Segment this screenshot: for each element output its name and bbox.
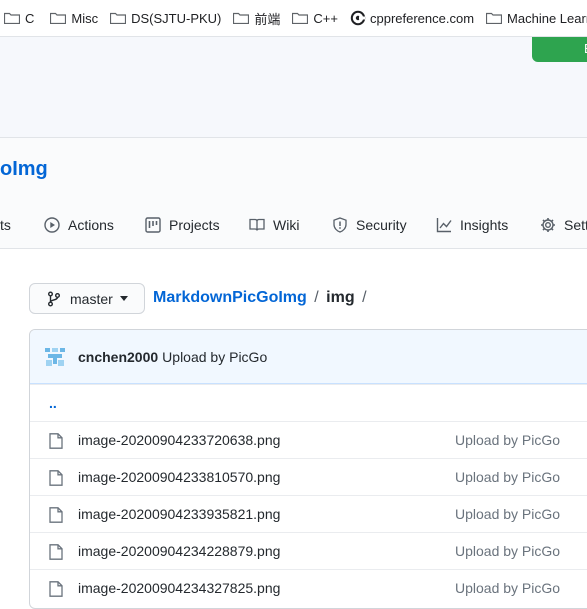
bookmarks-bar: C Misc DS(SJTU-PKU) 前端 C++ cppreference.… xyxy=(0,0,587,37)
bookmark-label: C xyxy=(25,10,35,26)
file-icon xyxy=(49,433,63,449)
bookmark-frontend[interactable]: 前端 xyxy=(233,0,281,36)
shield-icon xyxy=(333,217,347,233)
project-icon xyxy=(145,217,161,233)
table-row: image-20200904233720638.png Upload by Pi… xyxy=(30,421,587,458)
repo-name-link[interactable]: oImg xyxy=(0,158,48,181)
tab-pull-requests[interactable]: ts xyxy=(0,205,11,245)
breadcrumb-repo-link[interactable]: MarkdownPicGoImg xyxy=(153,289,307,306)
bookmark-label: cppreference.com xyxy=(369,10,475,26)
table-row: image-20200904233935821.png Upload by Pi… xyxy=(30,495,587,532)
file-name-link[interactable]: image-20200904234327825.png xyxy=(78,580,280,596)
latest-commit-bar: cnchen2000 Upload by PicGo xyxy=(30,330,587,384)
folder-icon xyxy=(486,12,503,24)
folder-icon xyxy=(110,12,127,24)
chevron-down-icon xyxy=(119,296,128,301)
bookmark-ds[interactable]: DS(SJTU-PKU) xyxy=(110,0,222,36)
table-row: image-20200904234228879.png Upload by Pi… xyxy=(30,532,587,569)
bookmark-cpp[interactable]: C++ xyxy=(292,0,338,36)
avatar[interactable] xyxy=(44,346,66,368)
tab-wiki[interactable]: Wiki xyxy=(249,205,299,245)
breadcrumb-separator: / xyxy=(314,289,319,306)
file-icon xyxy=(49,470,63,486)
file-commit-message-link[interactable]: Upload by PicGo xyxy=(455,469,560,485)
file-name-link[interactable]: image-20200904233720638.png xyxy=(78,432,280,448)
table-row: image-20200904233810570.png Upload by Pi… xyxy=(30,458,587,495)
file-commit-message-link[interactable]: Upload by PicGo xyxy=(455,506,560,522)
tab-label: Security xyxy=(356,217,407,233)
folder-icon xyxy=(233,12,250,24)
file-icon xyxy=(49,544,63,560)
bookmark-label: Misc xyxy=(71,10,99,26)
graph-icon xyxy=(436,218,452,233)
breadcrumb: MarkdownPicGoImg / img / xyxy=(153,289,370,307)
tab-label: Wiki xyxy=(273,217,300,233)
bookmark-label: 前端 xyxy=(254,11,281,27)
parent-directory-link[interactable]: .. xyxy=(49,395,57,411)
tab-label: Setti xyxy=(564,217,587,233)
tab-label: Insights xyxy=(460,217,509,233)
gear-icon xyxy=(541,218,555,232)
commit-message-link[interactable]: Upload by PicGo xyxy=(162,349,267,365)
bookmark-ml[interactable]: Machine Learning xyxy=(486,0,587,36)
play-icon xyxy=(44,217,60,233)
tab-insights[interactable]: Insights xyxy=(436,205,508,245)
branch-icon xyxy=(48,291,60,306)
branch-selector[interactable]: master xyxy=(29,283,145,314)
commit-author-link[interactable]: cnchen2000 xyxy=(78,349,158,365)
tab-settings[interactable]: Setti xyxy=(540,205,587,245)
tab-label: ts xyxy=(0,217,11,233)
breadcrumb-separator: / xyxy=(362,289,367,306)
header-band xyxy=(0,37,587,137)
bookmark-label: DS(SJTU-PKU) xyxy=(131,10,222,26)
tab-label: Actions xyxy=(68,217,114,233)
bookmark-cppreference[interactable]: cppreference.com xyxy=(350,0,475,36)
book-icon xyxy=(249,218,265,231)
file-icon xyxy=(49,581,63,597)
table-row: image-20200904234327825.png Upload by Pi… xyxy=(30,569,587,606)
tab-actions[interactable]: Actions xyxy=(44,205,114,245)
file-name-link[interactable]: image-20200904233935821.png xyxy=(78,506,280,522)
file-name-link[interactable]: image-20200904234228879.png xyxy=(78,543,280,559)
folder-icon xyxy=(50,12,67,24)
bookmark-c[interactable]: C xyxy=(4,0,35,36)
file-commit-message-link[interactable]: Upload by PicGo xyxy=(455,543,560,559)
green-header-button[interactable]: E xyxy=(532,37,587,62)
file-name-link[interactable]: image-20200904233810570.png xyxy=(78,469,280,485)
breadcrumb-current-dir: img xyxy=(326,289,355,306)
tab-label: Projects xyxy=(169,217,220,233)
branch-label: master xyxy=(70,290,113,307)
file-commit-message-link[interactable]: Upload by PicGo xyxy=(455,432,560,448)
tab-security[interactable]: Security xyxy=(332,205,407,245)
bookmark-label: Machine Learning xyxy=(507,10,587,26)
folder-icon xyxy=(4,12,20,24)
file-commit-message-link[interactable]: Upload by PicGo xyxy=(455,580,560,596)
bookmark-misc[interactable]: Misc xyxy=(50,0,99,36)
bookmark-label: C++ xyxy=(313,10,338,26)
file-listing: cnchen2000 Upload by PicGo .. image-2020… xyxy=(29,329,587,609)
cppreference-icon xyxy=(350,10,366,26)
tab-projects[interactable]: Projects xyxy=(145,205,220,245)
parent-directory-row[interactable]: .. xyxy=(30,384,587,421)
file-icon xyxy=(49,507,63,523)
folder-icon xyxy=(292,12,309,24)
